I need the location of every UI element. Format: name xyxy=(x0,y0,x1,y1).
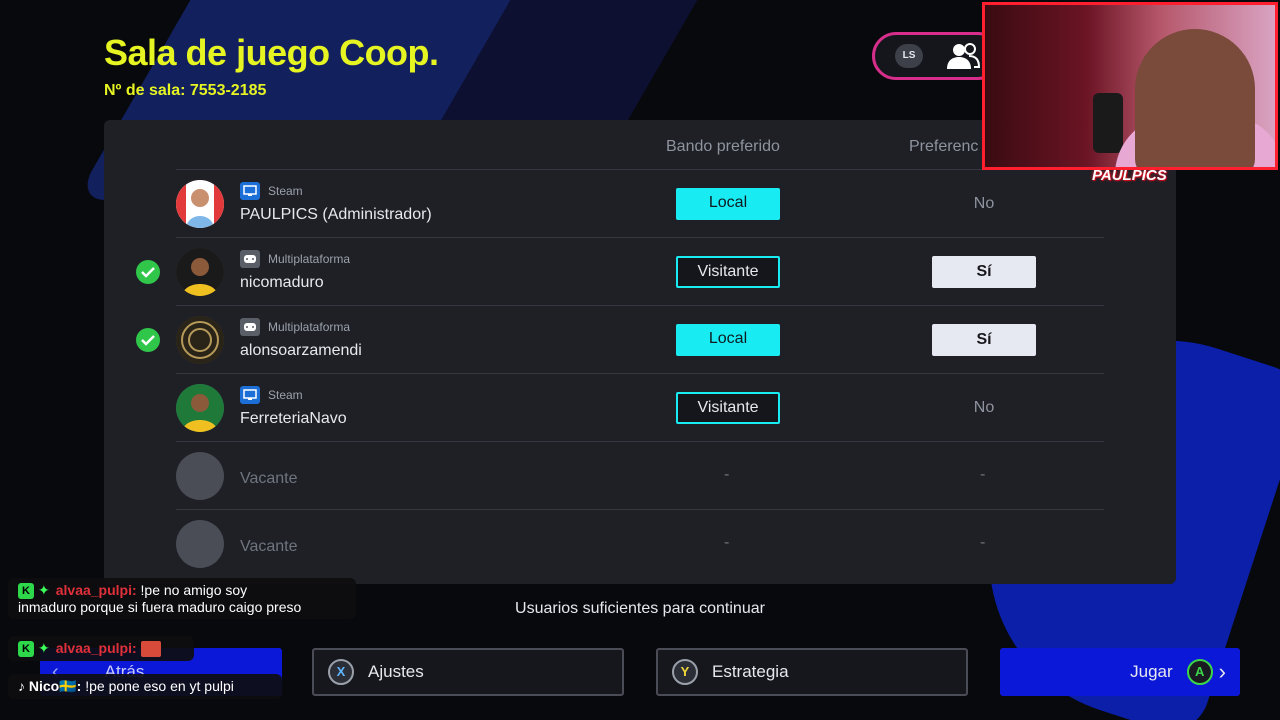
platform-label: Steam xyxy=(240,182,303,200)
webcam-overlay xyxy=(982,2,1278,170)
microphone xyxy=(1093,93,1123,153)
settings-button[interactable]: X Ajustes xyxy=(312,648,624,696)
preference-value: No xyxy=(973,195,995,212)
preference-value: - xyxy=(980,466,986,483)
platform-label: Multiplataforma xyxy=(240,318,350,336)
room-members-panel: Bando preferido Preferenc Steam PAULPICS… xyxy=(104,120,1176,584)
table-row[interactable]: Vacante - - xyxy=(176,509,1104,577)
table-row[interactable]: Multiplataforma alonsoarzamendi Local Sí xyxy=(136,305,1104,373)
monitor-icon xyxy=(240,182,260,200)
table-row[interactable]: Vacante - - xyxy=(176,441,1104,509)
streamer-logo: PAULPICS xyxy=(1092,167,1167,184)
preference-value: - xyxy=(980,534,986,551)
sparkle-icon: ✦ xyxy=(38,582,50,598)
avatar-placeholder xyxy=(176,520,224,568)
chevron-right-icon: › xyxy=(1218,659,1226,684)
table-row[interactable]: Steam FerreteriaNavo Visitante No xyxy=(176,373,1104,441)
side-button[interactable]: Visitante xyxy=(676,256,780,288)
side-button[interactable]: Visitante xyxy=(676,392,780,424)
emote-icon xyxy=(140,641,161,658)
x-button-icon: X xyxy=(328,659,354,685)
platform-label: Multiplataforma xyxy=(240,250,350,268)
avatar-placeholder xyxy=(176,452,224,500)
avatar xyxy=(176,316,224,364)
chat-message: K ✦ alvaa_pulpi: !pe no amigo soy inmaduro… xyxy=(8,578,356,620)
room-number: Nº de sala: 7553-2185 xyxy=(104,82,267,99)
avatar xyxy=(176,384,224,432)
platform-label: Steam xyxy=(240,386,303,404)
player-name: Vacante xyxy=(240,470,298,487)
chat-message: ♪ Nico🇸🇪: !pe pone eso en yt pulpi xyxy=(8,674,282,699)
users-icon xyxy=(947,43,981,69)
sparkle-icon: ✦ xyxy=(38,640,50,656)
gamepad-icon xyxy=(240,250,260,268)
kick-badge-icon: K xyxy=(18,641,34,658)
player-name: PAULPICS (Administrador) xyxy=(240,206,432,223)
page-title: Sala de juego Coop. xyxy=(104,32,439,73)
gamepad-icon xyxy=(240,318,260,336)
side-button[interactable]: Local xyxy=(676,324,780,356)
kick-badge-icon: K xyxy=(18,583,34,600)
y-button-icon: Y xyxy=(672,659,698,685)
avatar xyxy=(176,180,224,228)
player-name: Vacante xyxy=(240,538,298,555)
streamer-face xyxy=(1135,29,1255,167)
player-name: FerreteriaNavo xyxy=(240,410,347,427)
preference-value: Sí xyxy=(932,256,1036,288)
monitor-icon xyxy=(240,386,260,404)
play-button[interactable]: Jugar A › xyxy=(1000,648,1240,696)
side-value: - xyxy=(724,534,730,551)
player-name: nicomaduro xyxy=(240,274,324,291)
ready-check-icon xyxy=(136,260,160,284)
ls-button-icon: LS xyxy=(895,44,923,68)
ready-check-icon xyxy=(136,328,160,352)
tiktok-icon: ♪ xyxy=(18,678,25,694)
player-name: alonsoarzamendi xyxy=(240,342,362,359)
preference-value: Sí xyxy=(932,324,1036,356)
a-button-icon: A xyxy=(1186,659,1213,685)
table-row[interactable]: Multiplataforma nicomaduro Visitante Sí xyxy=(136,237,1104,305)
column-header-side: Bando preferido xyxy=(666,138,780,155)
side-value: - xyxy=(724,466,730,483)
avatar xyxy=(176,248,224,296)
side-button[interactable]: Local xyxy=(676,188,780,220)
strategy-button[interactable]: Y Estrategia xyxy=(656,648,968,696)
column-header-preference: Preferenc xyxy=(909,138,979,155)
table-row[interactable]: Steam PAULPICS (Administrador) Local No xyxy=(176,169,1104,237)
preference-value: No xyxy=(973,399,995,416)
chat-message: K ✦ alvaa_pulpi: xyxy=(8,636,194,662)
